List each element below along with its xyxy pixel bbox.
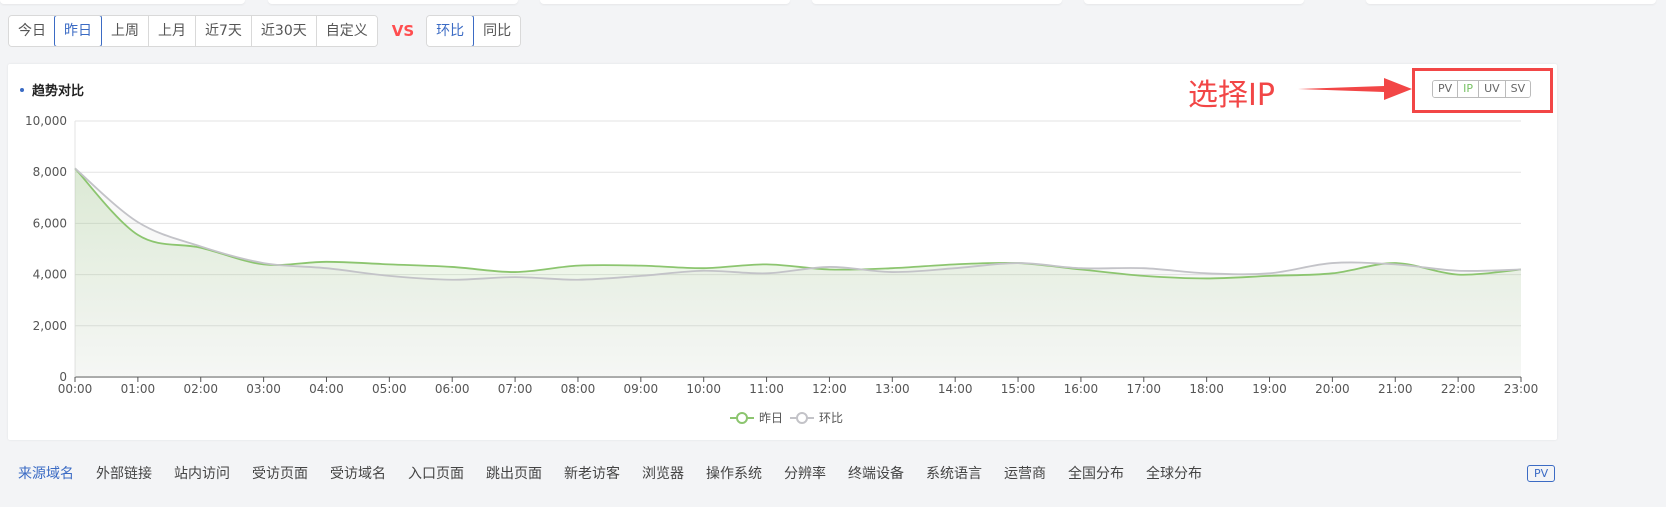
card-fragment (1084, 0, 1304, 4)
date-range-button-0[interactable]: 今日 (9, 16, 55, 46)
detail-tab-7[interactable]: 新老访客 (564, 463, 620, 483)
date-range-group: 今日 昨日 上周 上月 近7天 近30天 自定义 (8, 15, 378, 47)
x-tick-label: 23:00 (1504, 382, 1539, 396)
y-tick-label: 6,000 (33, 216, 67, 230)
detail-tab-13[interactable]: 运营商 (1004, 463, 1046, 483)
x-tick-label: 15:00 (1001, 382, 1036, 396)
date-range-button-6[interactable]: 自定义 (315, 16, 377, 46)
legend-marker-icon[interactable] (796, 412, 808, 424)
detail-tab-5[interactable]: 入口页面 (408, 463, 464, 483)
card-fragment (540, 0, 790, 4)
series-line-1 (74, 167, 1522, 281)
x-tick-label: 14:00 (938, 382, 973, 396)
x-tick-label: 04:00 (309, 382, 344, 396)
y-tick-label: 8,000 (33, 165, 67, 179)
detail-tab-9[interactable]: 操作系统 (706, 463, 762, 483)
date-range-button-1[interactable]: 昨日 (54, 16, 102, 46)
x-tick-label: 16:00 (1064, 382, 1099, 396)
legend-label[interactable]: 昨日 (759, 411, 783, 425)
card-fragment (0, 0, 245, 4)
x-tick-label: 08:00 (561, 382, 596, 396)
x-tick-label: 06:00 (435, 382, 470, 396)
y-tick-label: 2,000 (33, 319, 67, 333)
date-range-button-2[interactable]: 上周 (101, 16, 148, 46)
x-tick-label: 11:00 (749, 382, 784, 396)
compare-mode-button-0[interactable]: 环比 (427, 16, 475, 46)
detail-tab-12[interactable]: 系统语言 (926, 463, 982, 483)
x-tick-label: 19:00 (1252, 382, 1287, 396)
detail-tab-10[interactable]: 分辨率 (784, 463, 826, 483)
series-area-1 (75, 168, 1521, 377)
compare-mode-group: 环比 同比 (426, 15, 522, 47)
x-tick-label: 17:00 (1126, 382, 1161, 396)
trend-chart: 02,0004,0006,0008,00010,00000:00 01:00 02:… (25, 114, 1539, 425)
date-toolbar: 今日 昨日 上周 上月 近7天 近30天 自定义 VS 环比 同比 (8, 15, 522, 47)
detail-tab-11[interactable]: 终端设备 (848, 463, 904, 483)
pv-badge[interactable]: PV (1527, 465, 1556, 482)
x-tick-label: 02:00 (183, 382, 218, 396)
detail-tab-8[interactable]: 浏览器 (642, 463, 684, 483)
date-range-button-4[interactable]: 近7天 (195, 16, 251, 46)
legend-marker-icon[interactable] (736, 412, 748, 424)
x-tick-label: 00:00 (58, 382, 93, 396)
vs-label: VS (391, 22, 415, 40)
x-tick-label: 03:00 (246, 382, 281, 396)
trend-chart-card: 趋势对比 选择IP PV IP UV SV 0 2,000 4,000 6,000 8,000… (8, 64, 1557, 440)
detail-tab-1[interactable]: 外部链接 (96, 463, 152, 483)
card-fragment (268, 0, 518, 4)
legend-label[interactable]: 环比 (819, 411, 843, 425)
detail-tab-4[interactable]: 受访域名 (330, 463, 386, 483)
x-tick-label: 13:00 (875, 382, 910, 396)
x-tick-label: 18:00 (1189, 382, 1224, 396)
detail-tab-6[interactable]: 跳出页面 (486, 463, 542, 483)
x-tick-label: 22:00 (1441, 382, 1476, 396)
card-fragment (812, 0, 1062, 4)
x-tick-label: 07:00 (498, 382, 533, 396)
detail-tab-15[interactable]: 全球分布 (1146, 463, 1202, 483)
detail-tab-0[interactable]: 来源域名 (18, 463, 74, 483)
date-range-button-5[interactable]: 近30天 (250, 16, 316, 46)
detail-tab-14[interactable]: 全国分布 (1068, 463, 1124, 483)
x-tick-label: 01:00 (121, 382, 156, 396)
x-tick-label: 12:00 (812, 382, 847, 396)
compare-mode-button-1[interactable]: 同比 (473, 16, 521, 46)
card-fragment (1366, 0, 1656, 4)
detail-tab-2[interactable]: 站内访问 (174, 463, 230, 483)
x-tick-label: 05:00 (372, 382, 407, 396)
date-range-button-3[interactable]: 上月 (148, 16, 195, 46)
y-tick-label: 10,000 (25, 114, 67, 128)
y-tick-label: 4,000 (33, 268, 67, 282)
detail-tabs: 来源域名 外部链接 站内访问 受访页面 受访域名 入口页面 跳出页面 新老访客 浏览器 操作系统 分… (18, 463, 1224, 483)
detail-tab-3[interactable]: 受访页面 (252, 463, 308, 483)
x-tick-label: 10:00 (686, 382, 721, 396)
x-tick-label: 20:00 (1315, 382, 1350, 396)
top-card-fragments (0, 0, 1666, 6)
x-tick-label: 09:00 (624, 382, 659, 396)
x-tick-label: 21:00 (1378, 382, 1413, 396)
